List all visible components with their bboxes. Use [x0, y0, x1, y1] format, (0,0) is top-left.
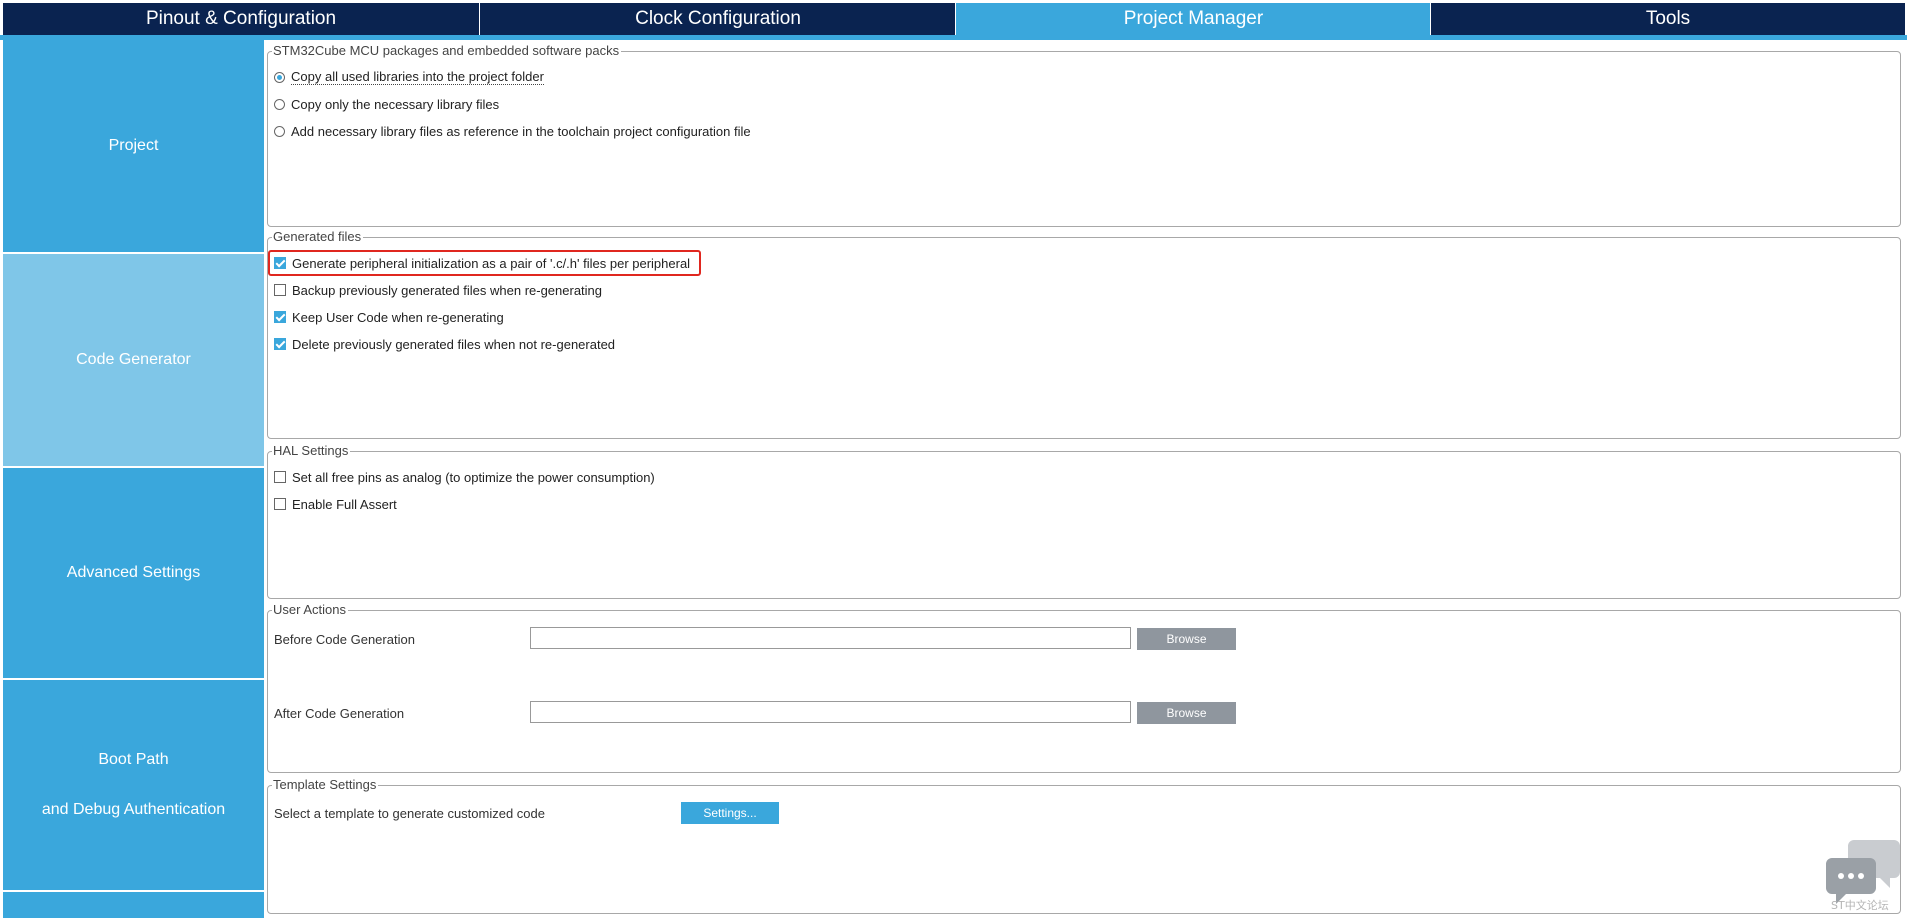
checkbox-checked-icon — [274, 338, 286, 350]
group-legend: Template Settings — [272, 777, 379, 793]
radio-add-as-reference[interactable]: Add necessary library files as reference… — [274, 122, 751, 140]
radio-selected-icon — [274, 71, 285, 83]
group-legend: HAL Settings — [272, 443, 351, 459]
checkbox-enable-full-assert[interactable]: Enable Full Assert — [274, 495, 397, 513]
template-settings-button[interactable]: Settings... — [681, 802, 779, 824]
before-browse-button[interactable]: Browse — [1137, 628, 1236, 650]
checkbox-free-pins-analog[interactable]: Set all free pins as analog (to optimize… — [274, 468, 655, 486]
sidebar-item-label-line2: and Debug Authentication — [41, 801, 226, 818]
before-code-generation-input[interactable] — [530, 627, 1131, 649]
tab-tools[interactable]: Tools — [1430, 3, 1905, 35]
radio-label: Copy all used libraries into the project… — [291, 69, 544, 85]
checkbox-unchecked-icon — [274, 284, 286, 296]
checkbox-checked-icon — [274, 311, 286, 323]
radio-label: Add necessary library files as reference… — [291, 123, 751, 139]
sidebar-item-label: Boot Path — [98, 751, 169, 768]
sidebar-item-boot-path[interactable]: Boot Path and Debug Authentication — [3, 680, 264, 890]
sidebar: Project Code Generator Advanced Settings… — [3, 40, 264, 918]
tab-pinout-configuration[interactable]: Pinout & Configuration — [3, 3, 479, 35]
watermark-text: ST中文论坛 — [1831, 899, 1889, 912]
radio-unselected-icon — [274, 125, 285, 137]
radio-copy-necessary-files[interactable]: Copy only the necessary library files — [274, 95, 499, 113]
sidebar-item-more[interactable] — [3, 892, 264, 918]
checkbox-label: Set all free pins as analog (to optimize… — [292, 469, 655, 485]
before-code-generation-label: Before Code Generation — [274, 632, 415, 647]
radio-copy-all-libraries[interactable]: Copy all used libraries into the project… — [274, 68, 544, 86]
checkbox-label: Delete previously generated files when n… — [292, 336, 616, 352]
radio-label: Copy only the necessary library files — [291, 96, 500, 112]
sidebar-item-label: Project — [108, 137, 159, 154]
sidebar-item-label: Code Generator — [76, 351, 191, 368]
user-actions-group: User Actions Before Code Generation Brow… — [267, 602, 1901, 773]
checkbox-label: Keep User Code when re-generating — [292, 309, 504, 325]
after-browse-button[interactable]: Browse — [1137, 702, 1236, 724]
group-legend: STM32Cube MCU packages and embedded soft… — [272, 43, 622, 59]
checkbox-label: Backup previously generated files when r… — [292, 282, 603, 298]
group-legend: Generated files — [272, 229, 364, 245]
tab-clock-configuration[interactable]: Clock Configuration — [479, 3, 956, 35]
template-settings-group: Template Settings Select a template to g… — [267, 777, 1901, 914]
tab-project-manager[interactable]: Project Manager — [955, 3, 1431, 35]
sidebar-item-code-generator[interactable]: Code Generator — [3, 254, 264, 466]
radio-unselected-icon — [274, 98, 285, 110]
checkbox-keep-user-code[interactable]: Keep User Code when re-generating — [274, 308, 504, 326]
checkbox-backup-generated-files[interactable]: Backup previously generated files when r… — [274, 281, 602, 299]
template-label: Select a template to generate customized… — [274, 806, 545, 821]
packages-group: STM32Cube MCU packages and embedded soft… — [267, 43, 1901, 227]
after-code-generation-input[interactable] — [530, 701, 1131, 723]
checkbox-label: Enable Full Assert — [292, 496, 397, 512]
tab-underline — [0, 35, 1907, 40]
sidebar-item-project[interactable]: Project — [3, 40, 264, 252]
sidebar-item-label: Advanced Settings — [66, 564, 201, 581]
after-code-generation-label: After Code Generation — [274, 706, 405, 721]
top-tab-bar: Pinout & Configuration Clock Configurati… — [0, 0, 1907, 40]
sidebar-item-advanced-settings[interactable]: Advanced Settings — [3, 468, 264, 678]
checkbox-delete-generated-files[interactable]: Delete previously generated files when n… — [274, 335, 615, 353]
checkbox-unchecked-icon — [274, 471, 286, 483]
checkbox-unchecked-icon — [274, 498, 286, 510]
highlight-box — [268, 250, 701, 276]
group-legend: User Actions — [272, 602, 348, 618]
hal-settings-group: HAL Settings Set all free pins as analog… — [267, 443, 1901, 599]
